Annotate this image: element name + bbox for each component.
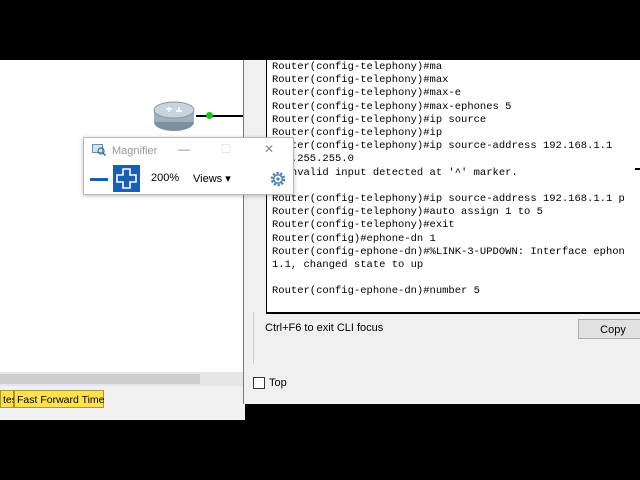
cli-line: Router(config-telephony)#ip source-addre… — [272, 193, 625, 205]
cli-line: Router(config-telephony)#ip source-addre… — [272, 140, 613, 153]
chevron-down-icon: ▾ — [225, 173, 231, 185]
cli-line: Router(config-telephony)#exit — [272, 219, 455, 232]
magnifier-title: Magnifier — [112, 145, 158, 157]
minimize-button[interactable]: — — [176, 142, 192, 156]
zoom-out-icon[interactable] — [90, 178, 108, 181]
magnifier-toolbar: 200% Views ▾ — [84, 164, 293, 194]
cli-line: Router(config-ephone-dn)#number 5 — [272, 285, 480, 298]
cli-line: Router(config-telephony)#max-e — [272, 87, 462, 100]
views-dropdown[interactable]: Views ▾ — [193, 172, 231, 185]
workspace-horizontal-scrollbar[interactable] — [0, 372, 245, 386]
scrollbar-thumb[interactable] — [0, 374, 200, 384]
cli-line: Router(config)#ephone-dn 1 — [272, 232, 436, 245]
cli-line: Router(config-telephony)#ip source — [272, 113, 487, 126]
cli-terminal[interactable]: Router(config-telephony)#ma Router(config… — [266, 60, 640, 314]
top-checkbox[interactable] — [253, 377, 265, 389]
letterbox-top — [0, 0, 640, 60]
gear-icon[interactable] — [269, 170, 287, 188]
cli-divider — [253, 312, 254, 364]
zoom-in-button[interactable] — [113, 165, 140, 192]
cli-line: 1.1, changed state to up — [272, 259, 424, 271]
fast-forward-time-button[interactable]: Fast Forward Time — [14, 390, 105, 408]
cli-line: Router(config-telephony)#ip — [272, 127, 443, 139]
cli-line: Router(config-telephony)#max-ephones 5 — [272, 100, 512, 113]
maximize-button[interactable]: ☐ — [218, 142, 234, 156]
cli-line: Router(config-ephone-dn)#%LINK-3-UPDOWN:… — [272, 245, 625, 258]
network-cable — [196, 115, 245, 117]
close-button[interactable]: ✕ — [261, 142, 277, 156]
link-status-indicator — [206, 112, 213, 119]
scenario-button-partial[interactable]: tes — [0, 390, 17, 408]
views-label: Views — [193, 173, 223, 185]
top-checkbox-label: Top — [269, 377, 287, 389]
zoom-in-icon — [116, 168, 137, 189]
magnifier-app-icon — [92, 144, 106, 156]
cli-focus-hint: Ctrl+F6 to exit CLI focus — [265, 322, 384, 334]
copy-button[interactable]: Copy — [578, 319, 640, 339]
magnifier-titlebar[interactable]: Magnifier — ☐ ✕ — [84, 138, 293, 164]
cli-line: Router(config-telephony)#auto assign 1 t… — [272, 206, 543, 219]
cli-line: Router(config-telephony)#max — [272, 74, 449, 87]
cli-line: % Invalid input detected at '^' marker. — [272, 166, 518, 179]
magnifier-window: Magnifier — ☐ ✕ 200% Views ▾ — [83, 137, 294, 195]
router-device-icon[interactable] — [152, 100, 196, 134]
topology-workspace[interactable] — [0, 60, 245, 372]
cli-line: Router(config-telephony)#ma — [272, 61, 443, 73]
zoom-level: 200% — [151, 172, 180, 184]
letterbox-bottom — [0, 420, 640, 480]
cli-scroll-marker — [635, 168, 640, 170]
